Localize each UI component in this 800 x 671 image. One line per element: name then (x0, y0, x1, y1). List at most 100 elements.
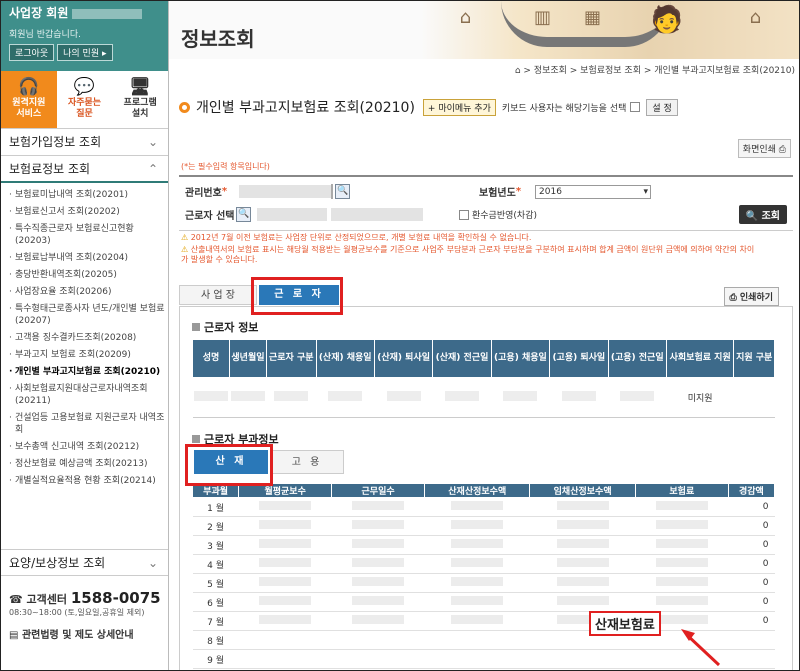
menu-insurance[interactable]: 보험료정보 조회 ⌃ (1, 156, 168, 183)
table-cell (331, 497, 425, 517)
print-button[interactable]: ⎙ 인쇄하기 (723, 287, 779, 306)
search-icon[interactable]: 🔍 (335, 184, 351, 199)
blurred-value (655, 596, 708, 605)
submenu-item[interactable]: 개별실적요율적용 현황 조회(20214) (9, 475, 168, 487)
remote-support-button[interactable]: 🎧 원격지원 서비스 (1, 71, 57, 128)
menu-subscription[interactable]: 보험가입정보 조회 ⌄ (1, 129, 168, 156)
worker-table-header: 성명 생년월일 근로자 구분 (산재) 채용일 (산재) 퇴사일 (산재) 전근일 (고용)… (192, 339, 775, 378)
logout-button[interactable]: 로그아웃 (9, 44, 55, 61)
warning-icon: ⚠ (181, 245, 189, 254)
table-cell (229, 377, 267, 418)
screenshot-frame: 사업장 회원 회원님 반갑습니다. 로그아웃 나의 민원 🎧 원격지원 서비스 … (0, 0, 800, 671)
table-cell (331, 516, 425, 536)
submenu-item[interactable]: 정산보험료 예상금액 조회(20213) (9, 458, 168, 470)
table-row: 1 월 0 (192, 497, 775, 517)
table-cell: 8 월 (192, 630, 239, 650)
blurred-value (451, 539, 504, 548)
required-star: * (221, 186, 228, 197)
table-cell (491, 377, 550, 418)
insurance-submenu: 보험료미납내역 조회(20201) 보험료신고서 조회(20202) 특수직종근로자… (1, 183, 168, 496)
table-cell (635, 535, 729, 555)
settings-button[interactable]: 설 정 (646, 98, 678, 116)
worker-panel: 근로자 정보 성명 생년월일 근로자 구분 (산재) 채용일 (산재) 퇴사일 (산재) … (179, 306, 793, 670)
remote-support-label: 원격지원 서비스 (12, 98, 46, 119)
search-button[interactable]: 🔍 조회 (738, 205, 787, 224)
table-cell (238, 649, 332, 669)
add-my-menu-button[interactable]: + 마이메뉴 추가 (422, 98, 496, 116)
blurred-value (451, 577, 504, 586)
menu-compensation[interactable]: 요양/보상정보 조회 ⌄ (1, 549, 168, 576)
section-title: 정보조회 (181, 27, 255, 51)
law-link[interactable]: ▤ 관련법령 및 제도 상세안내 (9, 626, 161, 641)
table-row: 5 월 0 (192, 573, 775, 593)
refund-checkbox[interactable] (459, 209, 469, 220)
table-row: 미지원 (192, 377, 775, 418)
sidebar: 사업장 회원 회원님 반갑습니다. 로그아웃 나의 민원 🎧 원격지원 서비스 … (1, 1, 169, 670)
table-cell: 0 (728, 516, 775, 536)
worker-name-field[interactable] (257, 208, 328, 221)
search-icon[interactable]: 🔍 (236, 207, 252, 222)
table-cell (331, 535, 425, 555)
submenu-item[interactable]: 고객용 징수결카드조회(20208) (9, 332, 168, 344)
table-cell (733, 377, 775, 418)
program-install-button[interactable]: 🖥 프로그램 설치 (112, 71, 168, 128)
print-screen-button[interactable]: 화면인쇄 ⎙ (737, 139, 791, 158)
blurred-value (655, 520, 708, 529)
submenu-item[interactable]: 보험료신고서 조회(20202) (9, 206, 168, 218)
blurred-value (352, 520, 405, 529)
my-petition-button[interactable]: 나의 민원 (57, 44, 113, 61)
table-cell (635, 497, 729, 517)
column-header: (산재) 채용일 (315, 339, 375, 378)
printer-icon: ⎙ (778, 145, 786, 155)
table-cell (529, 649, 636, 669)
submenu-item[interactable]: 특수형태근로종사자 년도/개인별 보험료(20207) (9, 303, 168, 327)
submenu-item[interactable]: 보험료납부내역 조회(20204) (9, 252, 168, 264)
column-header: (산재) 퇴사일 (373, 339, 434, 378)
submenu-item[interactable]: 보수총액 신고내역 조회(20212) (9, 441, 168, 453)
column-header: 근로자 구분 (266, 339, 317, 378)
tab-business[interactable]: 사 업 장 (179, 285, 257, 305)
page-title: 개인별 부과고지보험료 조회(20210) (196, 100, 415, 116)
submenu-item[interactable]: 사회보험료지원대상근로자내역조회(20211) (9, 383, 168, 407)
table-cell (331, 611, 425, 631)
submenu-item[interactable]: 개인별 부과고지보험료 조회(20210) (9, 366, 168, 378)
blurred-value (352, 558, 405, 567)
year-select[interactable]: 2016 (535, 184, 652, 199)
table-cell (529, 592, 636, 612)
table-cell: 4 월 (192, 554, 239, 574)
submenu-item[interactable]: 특수직종근로자 보험료신고현황(20203) (9, 223, 168, 247)
menu-subscription-label: 보험가입정보 조회 (9, 135, 102, 149)
table-cell: 5 월 (192, 573, 239, 593)
table-cell (529, 516, 636, 536)
blurred-value (503, 391, 538, 401)
submenu-item[interactable]: 사업장요율 조회(20206) (9, 286, 168, 298)
submenu-item[interactable]: 부과고지 보험료 조회(20209) (9, 349, 168, 361)
blurred-value (556, 520, 609, 529)
callcenter-number: 1588-0075 (70, 589, 161, 607)
table-cell: 9 월 (192, 649, 239, 669)
mgmt-number-field[interactable] (239, 185, 332, 198)
blurred-value (451, 520, 504, 529)
keyboard-checkbox[interactable] (630, 102, 641, 112)
table-cell (331, 592, 425, 612)
faq-button[interactable]: 💬 자주묻는 질문 (57, 71, 113, 128)
blurred-username (72, 9, 143, 19)
submenu-item[interactable]: 보험료미납내역 조회(20201) (9, 189, 168, 201)
blurred-value (556, 539, 609, 548)
table-row: 6 월 0 (192, 592, 775, 612)
blurred-value (556, 577, 609, 586)
table-cell (424, 516, 530, 536)
table-cell: 1 월 (192, 497, 239, 517)
tab-employment[interactable]: 고 용 (270, 450, 344, 474)
table-cell: 0 (728, 554, 775, 574)
refund-row: 환수금반영(차감) (459, 208, 537, 221)
worker-select-row: 근로자 선택 🔍 (185, 207, 424, 222)
table-cell (608, 377, 667, 418)
faq-label: 자주묻는 질문 (67, 98, 102, 119)
submenu-item[interactable]: 건설업등 고용보험료 지원근로자 내역조회 (9, 412, 168, 436)
table-cell: 7 월 (192, 611, 239, 631)
column-header: (고용) 퇴사일 (549, 339, 609, 378)
worker-id-field[interactable] (331, 208, 424, 221)
submenu-item[interactable]: 충당반환내역조회(20205) (9, 269, 168, 281)
column-header: 성명 (192, 339, 230, 378)
